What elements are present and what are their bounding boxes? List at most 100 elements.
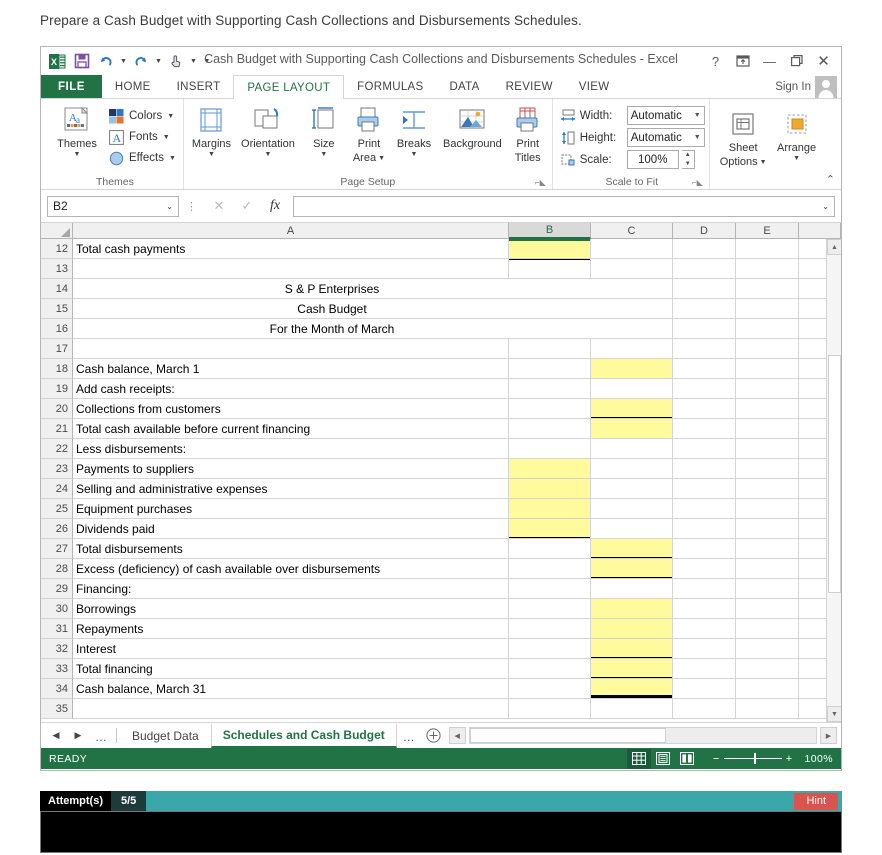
- cell-e19[interactable]: [736, 379, 799, 399]
- cell-c27[interactable]: [591, 539, 673, 559]
- formula-input[interactable]: ⌄: [293, 195, 835, 217]
- cell-e14[interactable]: [736, 279, 799, 299]
- cell-c35[interactable]: [591, 699, 673, 719]
- cell-e26[interactable]: [736, 519, 799, 539]
- zoom-slider[interactable]: − +: [709, 753, 797, 765]
- cell-b35[interactable]: [509, 699, 591, 719]
- cell-a15[interactable]: Cash Budget: [73, 299, 591, 319]
- cell-d31[interactable]: [673, 619, 736, 639]
- cell-c19[interactable]: [591, 379, 673, 399]
- cell-a34[interactable]: Cash balance, March 31: [73, 679, 509, 699]
- cell-c26[interactable]: [591, 519, 673, 539]
- row-header[interactable]: 14: [41, 279, 73, 299]
- cell-a33[interactable]: Total financing: [73, 659, 509, 679]
- row-header[interactable]: 19: [41, 379, 73, 399]
- row-header[interactable]: 34: [41, 679, 73, 699]
- tab-page-layout[interactable]: PAGE LAYOUT: [233, 75, 345, 99]
- cell-e29[interactable]: [736, 579, 799, 599]
- cell-e33[interactable]: [736, 659, 799, 679]
- row-header[interactable]: 15: [41, 299, 73, 319]
- stepper-down-icon[interactable]: ▼: [682, 160, 694, 169]
- page-layout-view-icon[interactable]: [651, 749, 675, 769]
- cell-c20[interactable]: [591, 399, 673, 419]
- cell-b32[interactable]: [509, 639, 591, 659]
- theme-fonts-dropdown-icon[interactable]: ▼: [163, 134, 170, 141]
- cell-e21[interactable]: [736, 419, 799, 439]
- size-button[interactable]: Size ▼: [301, 104, 347, 158]
- cell-d19[interactable]: [673, 379, 736, 399]
- row-header[interactable]: 22: [41, 439, 73, 459]
- cell-b34[interactable]: [509, 679, 591, 699]
- tab-formulas[interactable]: FORMULAS: [344, 75, 436, 98]
- tab-home[interactable]: HOME: [102, 75, 164, 98]
- avatar-icon[interactable]: [815, 75, 837, 98]
- cell-b28[interactable]: [509, 559, 591, 579]
- stepper-up-icon[interactable]: ▲: [682, 151, 694, 160]
- new-sheet-icon[interactable]: [423, 725, 445, 747]
- horizontal-scrollbar[interactable]: ◀ ▶: [448, 727, 841, 744]
- cell-b29[interactable]: [509, 579, 591, 599]
- row-header[interactable]: 20: [41, 399, 73, 419]
- sign-in-area[interactable]: Sign In: [775, 75, 841, 98]
- row-header[interactable]: 33: [41, 659, 73, 679]
- column-header-e[interactable]: E: [736, 223, 799, 239]
- cell-d17[interactable]: [673, 339, 736, 359]
- zoom-out-icon[interactable]: −: [709, 753, 724, 765]
- cell-b30[interactable]: [509, 599, 591, 619]
- column-header-blank[interactable]: [799, 223, 841, 239]
- cell-c24[interactable]: [591, 479, 673, 499]
- cell-b22[interactable]: [509, 439, 591, 459]
- row-header[interactable]: 25: [41, 499, 73, 519]
- cell-e18[interactable]: [736, 359, 799, 379]
- cell-e22[interactable]: [736, 439, 799, 459]
- row-header[interactable]: 21: [41, 419, 73, 439]
- cell-b13[interactable]: [509, 259, 591, 279]
- sheet-tabs-overflow-icon[interactable]: …: [397, 725, 421, 747]
- chevron-down-icon[interactable]: ⌄: [166, 202, 173, 211]
- cell-e24[interactable]: [736, 479, 799, 499]
- cell-e31[interactable]: [736, 619, 799, 639]
- cell-a29[interactable]: Financing:: [73, 579, 509, 599]
- cell-e12[interactable]: [736, 239, 799, 259]
- cell-a12[interactable]: Total cash payments: [73, 239, 509, 259]
- cell-b26[interactable]: [509, 519, 591, 539]
- cell-a26[interactable]: Dividends paid: [73, 519, 509, 539]
- row-header[interactable]: 26: [41, 519, 73, 539]
- cell-d15[interactable]: [673, 299, 736, 319]
- cell-d26[interactable]: [673, 519, 736, 539]
- cell-c21[interactable]: [591, 419, 673, 439]
- cell-c17[interactable]: [591, 339, 673, 359]
- cell-d27[interactable]: [673, 539, 736, 559]
- row-header[interactable]: 16: [41, 319, 73, 339]
- row-header[interactable]: 30: [41, 599, 73, 619]
- theme-effects-button[interactable]: Effects ▼: [105, 148, 179, 168]
- print-area-button[interactable]: Print Area ▼: [349, 104, 389, 164]
- cell-e13[interactable]: [736, 259, 799, 279]
- cell-c23[interactable]: [591, 459, 673, 479]
- row-header[interactable]: 29: [41, 579, 73, 599]
- row-header[interactable]: 27: [41, 539, 73, 559]
- cell-c18[interactable]: [591, 359, 673, 379]
- scale-width-dropdown[interactable]: Automatic ▼: [626, 106, 705, 125]
- prev-sheet-icon[interactable]: ◀: [45, 725, 67, 747]
- cell-e20[interactable]: [736, 399, 799, 419]
- select-all-corner[interactable]: [41, 223, 73, 239]
- sheet-tab-budget-data[interactable]: Budget Data: [120, 724, 211, 748]
- background-button[interactable]: Background: [439, 104, 506, 150]
- theme-fonts-button[interactable]: A Fonts ▼: [105, 127, 179, 147]
- row-header[interactable]: 18: [41, 359, 73, 379]
- cell-e28[interactable]: [736, 559, 799, 579]
- cell-d18[interactable]: [673, 359, 736, 379]
- chevron-down-icon[interactable]: ▼: [694, 112, 701, 119]
- cell-d24[interactable]: [673, 479, 736, 499]
- cell-d14[interactable]: [673, 279, 736, 299]
- arrange-dropdown-icon[interactable]: ▼: [793, 155, 800, 162]
- page-setup-dialog-launcher-icon[interactable]: ⌐◣: [535, 178, 546, 187]
- cell-d22[interactable]: [673, 439, 736, 459]
- tab-file[interactable]: FILE: [41, 75, 102, 98]
- row-header[interactable]: 32: [41, 639, 73, 659]
- theme-colors-dropdown-icon[interactable]: ▼: [167, 113, 174, 120]
- cell-a25[interactable]: Equipment purchases: [73, 499, 509, 519]
- cell-a13[interactable]: [73, 259, 509, 279]
- cell-b23[interactable]: [509, 459, 591, 479]
